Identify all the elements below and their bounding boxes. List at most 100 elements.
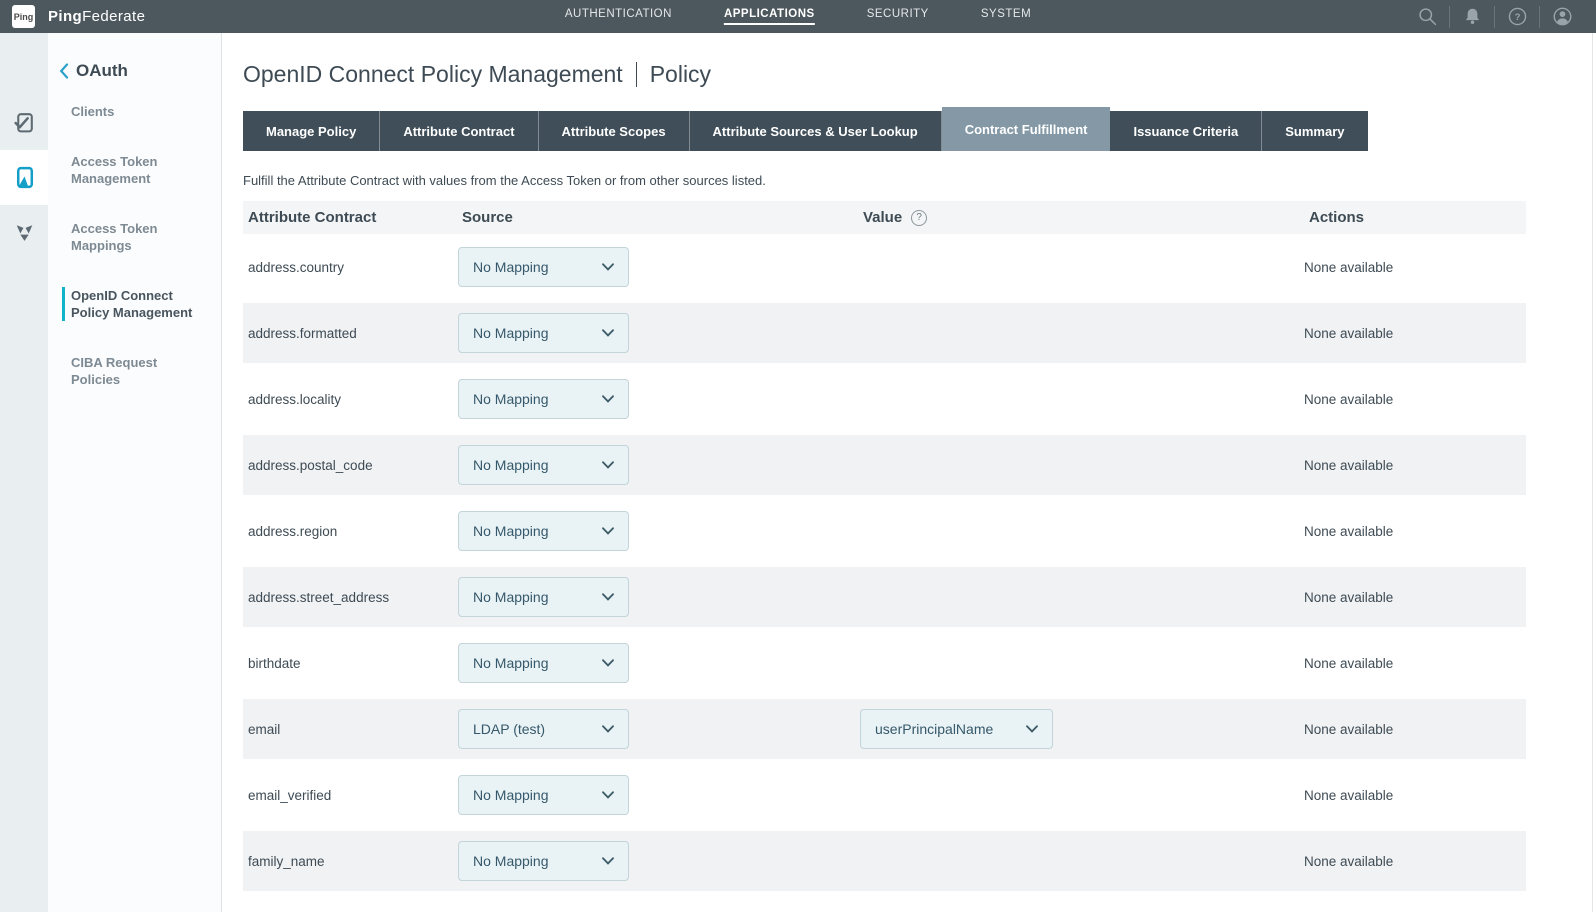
attribute-name: address.street_address	[243, 590, 457, 605]
table-row: address.formattedNo MappingNone availabl…	[243, 300, 1526, 366]
topnav-system[interactable]: SYSTEM	[981, 8, 1031, 25]
actions-text: None available	[1304, 788, 1526, 803]
brand-bold: Ping	[48, 8, 82, 25]
chevron-down-icon	[602, 725, 614, 733]
chevron-down-icon	[602, 395, 614, 403]
icon-divider	[1494, 6, 1495, 28]
table-body: address.countryNo MappingNone availablea…	[243, 234, 1526, 894]
dropdown-selected-value: No Mapping	[473, 523, 549, 539]
actions-text: None available	[1304, 326, 1526, 341]
sidebar-section-title: OAuth	[76, 61, 128, 81]
attribute-name: address.locality	[243, 392, 457, 407]
dropdown-selected-value: No Mapping	[473, 457, 549, 473]
source-cell: No Mapping	[457, 841, 858, 881]
icon-divider	[1449, 6, 1450, 28]
page-title-sub: Policy	[650, 61, 711, 88]
topbar-icons: ?	[1405, 6, 1584, 28]
notifications-bell-icon[interactable]	[1461, 6, 1483, 28]
topbar-nav: AUTHENTICATION APPLICATIONS SECURITY SYSTEM	[565, 8, 1031, 25]
source-cell: No Mapping	[457, 445, 858, 485]
actions-text: None available	[1304, 392, 1526, 407]
scrollbar-track[interactable]	[1592, 33, 1593, 912]
source-dropdown[interactable]: No Mapping	[458, 379, 629, 419]
token-mappings-icon[interactable]	[0, 205, 48, 260]
table-row: address.postal_codeNo MappingNone availa…	[243, 432, 1526, 498]
account-icon[interactable]	[1551, 6, 1573, 28]
value-cell: userPrincipalName	[858, 709, 1304, 749]
table-row: family_nameNo MappingNone available	[243, 828, 1526, 894]
chevron-down-icon	[602, 593, 614, 601]
tab-issuance-criteria[interactable]: Issuance Criteria	[1110, 111, 1262, 151]
source-dropdown[interactable]: No Mapping	[458, 511, 629, 551]
attribute-name: address.postal_code	[243, 458, 457, 473]
source-cell: No Mapping	[457, 643, 858, 683]
source-dropdown[interactable]: No Mapping	[458, 313, 629, 353]
value-help-icon[interactable]: ?	[911, 210, 927, 226]
attribute-name: address.region	[243, 524, 457, 539]
sidebar-item-access-token-mappings[interactable]: Access Token Mappings	[62, 220, 200, 254]
source-dropdown[interactable]: No Mapping	[458, 247, 629, 287]
sidebar-back-oauth[interactable]: OAuth	[48, 61, 221, 81]
icon-rail	[0, 33, 48, 912]
source-dropdown[interactable]: No Mapping	[458, 841, 629, 881]
sidebar-item-ciba-request-policies[interactable]: CIBA Request Policies	[62, 354, 200, 388]
chevron-down-icon	[602, 791, 614, 799]
source-cell: No Mapping	[457, 577, 858, 617]
sidebar-item-openid-connect-policy-management[interactable]: OpenID Connect Policy Management	[62, 287, 200, 321]
sidebar-item-clients[interactable]: Clients	[62, 103, 200, 120]
topnav-security[interactable]: SECURITY	[867, 8, 929, 25]
header-attribute-contract: Attribute Contract	[243, 209, 457, 226]
tab-manage-policy[interactable]: Manage Policy	[243, 111, 380, 151]
chevron-left-icon	[59, 63, 69, 79]
ping-logo-text: Ping	[14, 12, 34, 22]
tab-attribute-contract[interactable]: Attribute Contract	[380, 111, 538, 151]
attribute-name: address.country	[243, 260, 457, 275]
table-row: address.region No Mapping None available	[243, 498, 1526, 564]
table-row: birthdateNo MappingNone available	[243, 630, 1526, 696]
svg-text:?: ?	[1514, 12, 1520, 23]
page-description: Fulfill the Attribute Contract with valu…	[243, 173, 1596, 188]
chevron-down-icon	[602, 857, 614, 865]
source-dropdown[interactable]: No Mapping	[458, 775, 629, 815]
source-dropdown[interactable]: No Mapping	[458, 577, 629, 617]
attribute-name: birthdate	[243, 656, 457, 671]
sidebar: OAuth Clients Access Token Management Acce…	[48, 33, 222, 912]
clients-check-icon[interactable]	[0, 95, 48, 150]
source-dropdown[interactable]: No Mapping	[458, 643, 629, 683]
tab-attribute-sources-user-lookup[interactable]: Attribute Sources & User Lookup	[690, 111, 942, 151]
header-actions: Actions	[1304, 209, 1526, 226]
tab-attribute-scopes[interactable]: Attribute Scopes	[539, 111, 690, 151]
page-title-main: OpenID Connect Policy Management	[243, 61, 623, 88]
value-dropdown[interactable]: userPrincipalName	[860, 709, 1053, 749]
search-icon[interactable]	[1416, 6, 1438, 28]
dropdown-selected-value: No Mapping	[473, 655, 549, 671]
topnav-authentication[interactable]: AUTHENTICATION	[565, 8, 672, 25]
actions-text: None available	[1304, 722, 1526, 737]
dropdown-selected-value: No Mapping	[473, 391, 549, 407]
page-title: OpenID Connect Policy Management Policy	[243, 58, 1596, 91]
table-row: address.countryNo Mapping None available	[243, 234, 1526, 300]
actions-text: None available	[1304, 260, 1526, 275]
source-dropdown[interactable]: LDAP (test)	[458, 709, 629, 749]
tab-contract-fulfillment[interactable]: Contract Fulfillment	[942, 107, 1111, 151]
actions-text: None available	[1304, 524, 1526, 539]
tab-summary[interactable]: Summary	[1262, 111, 1367, 151]
help-icon[interactable]: ?	[1506, 6, 1528, 28]
topnav-applications[interactable]: APPLICATIONS	[724, 8, 815, 25]
source-cell: No Mapping	[457, 313, 858, 353]
tab-bar: Manage PolicyAttribute ContractAttribute…	[243, 107, 1596, 151]
source-cell: No Mapping	[457, 511, 858, 551]
chevron-down-icon	[602, 659, 614, 667]
attribute-name: email	[243, 722, 457, 737]
chevron-down-icon	[602, 527, 614, 535]
attribute-name: email_verified	[243, 788, 457, 803]
dropdown-selected-value: No Mapping	[473, 325, 549, 341]
header-source: Source	[457, 209, 858, 226]
source-dropdown[interactable]: No Mapping	[458, 445, 629, 485]
sidebar-items: Clients Access Token Management Access Tok…	[48, 103, 221, 388]
dropdown-selected-value: userPrincipalName	[875, 721, 993, 737]
sidebar-item-access-token-management[interactable]: Access Token Management	[62, 153, 200, 187]
access-token-book-icon[interactable]	[0, 150, 48, 205]
table-row: emailLDAP (test) userPrincipalName None av…	[243, 696, 1526, 762]
table-header-row: Attribute Contract Source Value ? Action…	[243, 201, 1526, 234]
